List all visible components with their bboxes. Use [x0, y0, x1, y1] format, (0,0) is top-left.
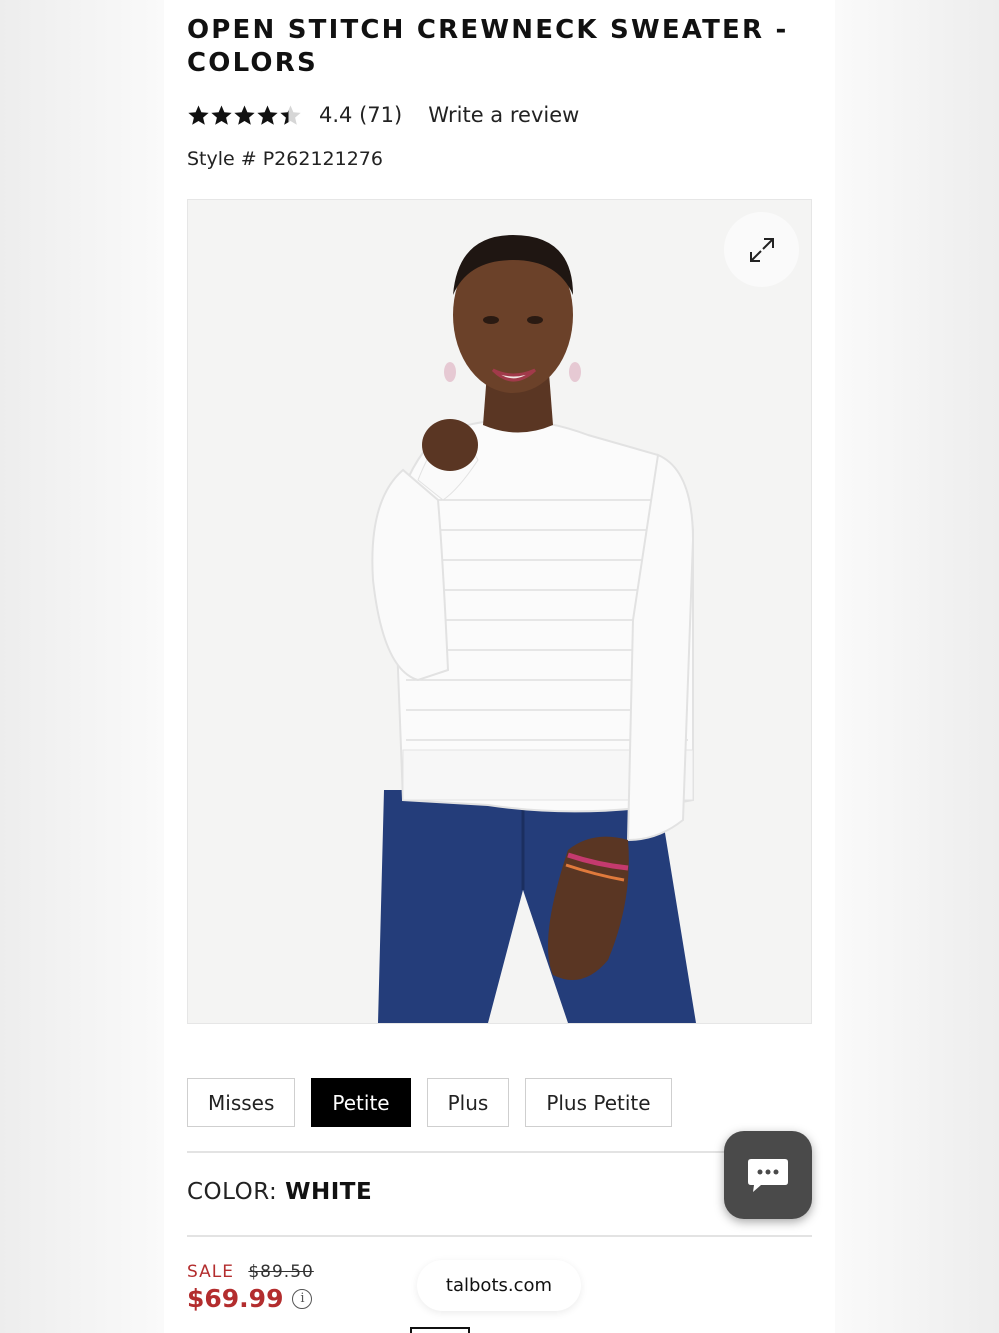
fit-options: Misses Petite Plus Plus Petite [187, 1078, 812, 1127]
product-title: OPEN STITCH CREWNECK SWEATER - COLORS [187, 15, 789, 78]
info-icon[interactable]: i [292, 1288, 313, 1309]
style-number: Style # P262121276 [187, 148, 383, 170]
left-background [0, 0, 164, 1333]
expand-image-button[interactable] [724, 212, 799, 287]
fit-option-plus[interactable]: Plus [426, 1078, 510, 1127]
product-image[interactable] [187, 199, 812, 1024]
divider [187, 1151, 812, 1153]
rating-row: 4.4 (71) Write a review [187, 99, 812, 131]
sale-label: SALE [187, 1262, 234, 1282]
color-label: COLOR: [187, 1179, 278, 1205]
star-icon [211, 104, 232, 125]
sale-price: $69.99 [187, 1284, 284, 1313]
star-icon [188, 104, 209, 125]
chat-button[interactable] [724, 1131, 812, 1219]
color-value: WHITE [285, 1179, 373, 1205]
fit-option-petite[interactable]: Petite [311, 1078, 411, 1127]
expand-icon [749, 237, 774, 262]
star-icon [234, 104, 255, 125]
divider [187, 1235, 812, 1237]
chat-bubble-icon [748, 1159, 788, 1192]
right-background [835, 0, 999, 1333]
write-review-link[interactable]: Write a review [428, 103, 579, 127]
star-icon [257, 104, 278, 125]
original-price: $89.50 [248, 1262, 314, 1282]
browser-url-bar[interactable]: talbots.com [417, 1260, 581, 1311]
fit-option-plus-petite[interactable]: Plus Petite [525, 1078, 672, 1127]
model-photo [188, 200, 811, 1023]
partial-element [410, 1327, 470, 1333]
star-rating [187, 104, 302, 127]
star-icon [280, 104, 301, 125]
color-selection: COLOR: WHITE [187, 1179, 812, 1205]
rating-summary[interactable]: 4.4 (71) [319, 103, 402, 127]
fit-option-misses[interactable]: Misses [187, 1078, 296, 1127]
